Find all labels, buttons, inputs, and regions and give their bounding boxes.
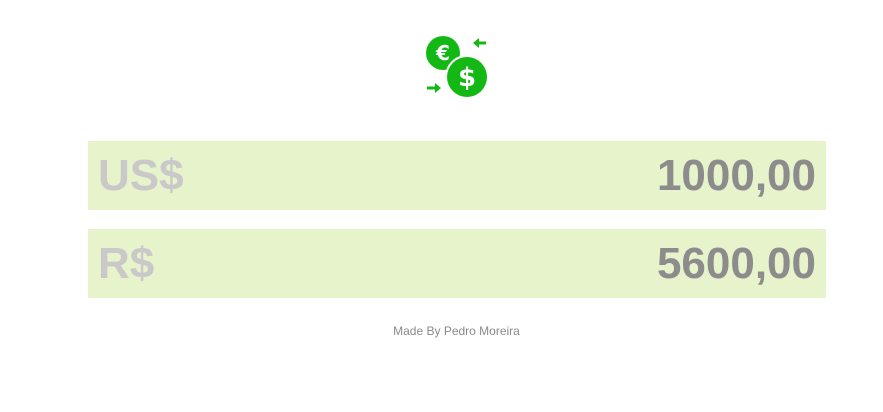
usd-currency-label: US$ bbox=[98, 150, 184, 200]
converter-page: € $ US$ R$ Made By Pedro Moreira bbox=[0, 0, 883, 412]
usd-row: US$ bbox=[88, 141, 826, 210]
brl-currency-label: R$ bbox=[98, 238, 155, 288]
usd-amount-input[interactable] bbox=[476, 150, 816, 201]
footer-credit: Made By Pedro Moreira bbox=[393, 324, 520, 338]
svg-text:$: $ bbox=[458, 63, 476, 93]
currency-exchange-icon: € $ bbox=[426, 36, 489, 99]
svg-text:€: € bbox=[435, 41, 450, 65]
brl-row: R$ bbox=[88, 229, 826, 298]
brl-amount-input[interactable] bbox=[476, 238, 816, 289]
